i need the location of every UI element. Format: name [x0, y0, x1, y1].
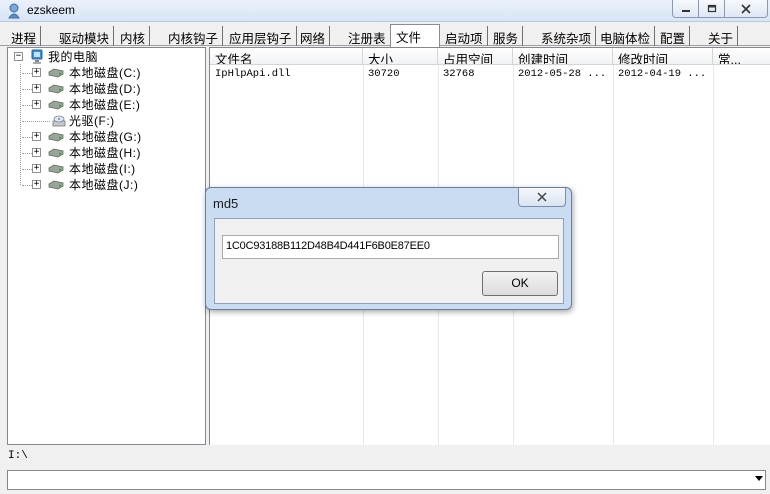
column-divider: [613, 65, 614, 445]
tree-item-drive[interactable]: + 本地磁盘(D:): [8, 81, 203, 97]
tree-item-drive[interactable]: + 本地磁盘(H:): [8, 145, 203, 161]
tree-item-label: 本地磁盘(H:): [69, 146, 141, 160]
tree-item-label: 本地磁盘(J:): [69, 178, 139, 192]
close-icon: [537, 192, 547, 202]
expand-icon[interactable]: +: [32, 100, 41, 109]
hard-drive-icon: [48, 164, 64, 174]
tab-files[interactable]: 文件: [390, 24, 440, 47]
cell-disk-usage: 32768: [443, 68, 475, 80]
tree-item-optical-drive[interactable]: 光驱(F:): [8, 113, 203, 129]
dialog-close-button[interactable]: [518, 188, 566, 207]
expand-icon[interactable]: +: [32, 132, 41, 141]
tab-config[interactable]: 配置: [655, 26, 691, 46]
tab-startup[interactable]: 启动项: [440, 26, 488, 46]
tab-kernel-hooks[interactable]: 内核钩子: [163, 26, 224, 46]
dialog-title: md5: [213, 196, 239, 211]
tab-kernel[interactable]: 内核: [115, 26, 151, 46]
hard-drive-icon: [48, 148, 64, 158]
hard-drive-icon: [48, 180, 64, 190]
tree-item-drive[interactable]: + 本地磁盘(G:): [8, 129, 203, 145]
tree-item-label: 本地磁盘(I:): [69, 162, 136, 176]
tab-process[interactable]: 进程: [6, 26, 42, 46]
dropdown-arrow-icon[interactable]: [755, 476, 763, 481]
expand-icon[interactable]: +: [32, 84, 41, 93]
expand-icon[interactable]: +: [32, 68, 41, 77]
cell-size: 30720: [368, 68, 400, 80]
tab-registry[interactable]: 注册表: [343, 26, 391, 46]
column-header-attributes[interactable]: 常...: [713, 48, 770, 65]
restore-icon: [707, 4, 716, 12]
cell-created: 2012-05-28 ...: [518, 68, 607, 80]
tab-about[interactable]: 关于: [703, 26, 739, 46]
hard-drive-icon: [48, 84, 64, 94]
tab-strip: 进程 驱动模块 内核 内核钩子 应用层钩子 网络 注册表 文件 启动项 服务 系…: [0, 24, 770, 47]
app-icon: [8, 3, 20, 19]
hard-drive-icon: [48, 132, 64, 142]
expand-icon[interactable]: +: [32, 164, 41, 173]
tree-item-label: 本地磁盘(D:): [69, 82, 141, 96]
tree-item-my-computer[interactable]: − 我的电脑: [8, 49, 203, 65]
tab-services[interactable]: 服务: [488, 26, 524, 46]
hard-drive-icon: [48, 68, 64, 78]
tab-pc-checkup[interactable]: 电脑体检: [595, 26, 656, 46]
tab-system-misc[interactable]: 系统杂项: [536, 26, 597, 46]
expand-icon[interactable]: +: [32, 148, 41, 157]
collapse-icon[interactable]: −: [14, 52, 23, 61]
tree-item-drive[interactable]: + 本地磁盘(I:): [8, 161, 203, 177]
current-path: I:\: [8, 450, 28, 462]
minimize-button[interactable]: [672, 0, 699, 18]
file-list-header: 文件名 大小 占用空间 创建时间 修改时间 常...: [210, 48, 770, 65]
path-combo-box[interactable]: [7, 470, 766, 490]
expand-icon[interactable]: +: [32, 180, 41, 189]
cell-filename: IpHlpApi.dll: [215, 68, 291, 80]
tree-item-label: 本地磁盘(E:): [69, 98, 141, 112]
ok-button[interactable]: OK: [482, 271, 558, 296]
maximize-button[interactable]: [698, 0, 725, 18]
tree-item-label: 本地磁盘(C:): [69, 66, 141, 80]
cell-modified: 2012-04-19 ...: [618, 68, 707, 80]
tree-item-drive[interactable]: + 本地磁盘(C:): [8, 65, 203, 81]
column-header-modified[interactable]: 修改时间: [613, 48, 713, 65]
column-header-filename[interactable]: 文件名: [210, 48, 363, 65]
tree-item-label: 光驱(F:): [69, 114, 115, 128]
minimize-icon: [681, 9, 690, 12]
column-header-disk-usage[interactable]: 占用空间: [438, 48, 513, 65]
md5-dialog: md5 1C0C93188B112D48B4D441F6B0E87EE0 OK: [205, 187, 572, 310]
close-icon: [741, 3, 751, 14]
drive-tree[interactable]: − 我的电脑 + 本地磁盘(C:) + 本地磁盘(D:) + 本地磁盘(E:) …: [7, 47, 206, 445]
tree-item-drive[interactable]: + 本地磁盘(J:): [8, 177, 203, 193]
hard-drive-icon: [48, 100, 64, 110]
column-divider: [713, 65, 714, 445]
tree-branch-line: [22, 121, 50, 122]
dialog-body: 1C0C93188B112D48B4D441F6B0E87EE0 OK: [214, 218, 564, 304]
tree-root-label: 我的电脑: [48, 50, 99, 64]
tab-app-hooks[interactable]: 应用层钩子: [224, 26, 297, 46]
computer-icon: [31, 49, 43, 64]
column-header-created[interactable]: 创建时间: [513, 48, 613, 65]
optical-drive-icon: [52, 115, 66, 127]
close-window-button[interactable]: [724, 0, 768, 18]
column-header-size[interactable]: 大小: [363, 48, 438, 65]
tab-network[interactable]: 网络: [295, 26, 331, 46]
tree-item-label: 本地磁盘(G:): [69, 130, 142, 144]
tab-driver-modules[interactable]: 驱动模块: [54, 26, 115, 46]
md5-value-field[interactable]: 1C0C93188B112D48B4D441F6B0E87EE0: [222, 235, 559, 259]
title-bar: ezskeem: [0, 0, 770, 22]
tree-item-drive[interactable]: + 本地磁盘(E:): [8, 97, 203, 113]
window-title: ezskeem: [27, 3, 76, 17]
